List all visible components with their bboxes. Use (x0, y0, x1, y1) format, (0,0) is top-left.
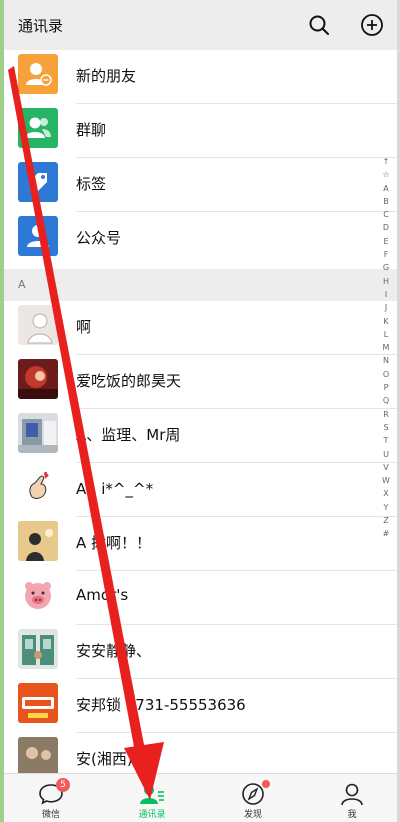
section-header-a: A (4, 269, 397, 301)
tab-discover-label: 发现 (243, 810, 262, 820)
group-chats-item[interactable]: 群聊 (4, 104, 397, 158)
unread-badge: 5 (56, 778, 70, 792)
index-letter[interactable]: D (383, 221, 389, 234)
contact-name: 安邦锁 0731-55553636 (76, 696, 246, 714)
index-letter[interactable]: L (384, 328, 388, 341)
contact-row[interactable]: A 拨啊！！ (4, 517, 397, 571)
index-letter[interactable]: H (383, 275, 389, 288)
tab-chats-label: 微信 (41, 810, 60, 820)
tab-discover[interactable]: 发现 (218, 778, 288, 822)
index-letter[interactable]: M (383, 341, 390, 354)
index-letter[interactable]: W (382, 474, 390, 487)
index-letter[interactable]: B (383, 195, 389, 208)
index-letter[interactable]: ☆ (382, 168, 389, 181)
search-icon[interactable] (307, 13, 331, 37)
notification-dot (262, 780, 270, 788)
group-chat-icon (18, 108, 58, 148)
tab-chats[interactable]: 5 微信 (16, 778, 86, 822)
index-letter[interactable]: X (383, 487, 388, 500)
contact-row[interactable]: 啊 (4, 301, 397, 355)
contact-name: 安(湘西)搬 (76, 750, 148, 768)
tags-label: 标签 (76, 175, 107, 193)
new-friends-item[interactable]: 新的朋友 (4, 50, 397, 104)
contact-avatar (18, 521, 58, 561)
contact-name: 安安静静、 (76, 642, 152, 660)
tags-item[interactable]: 标签 (4, 158, 397, 212)
index-letter[interactable]: P (384, 381, 389, 394)
index-letter[interactable]: # (383, 527, 390, 540)
index-letter[interactable]: A (383, 182, 388, 195)
add-icon[interactable] (360, 13, 384, 37)
official-account-icon (18, 216, 58, 256)
contact-row[interactable]: 爱吃饭的郎昊天 (4, 355, 397, 409)
index-letter[interactable]: T (384, 434, 389, 447)
person-icon (341, 783, 363, 806)
section-letter: A (18, 278, 26, 291)
index-letter[interactable]: F (384, 248, 389, 261)
contact-row[interactable]: A、监理、Mr周 (4, 409, 397, 463)
index-letter[interactable]: I (385, 288, 387, 301)
index-letter[interactable]: N (383, 354, 389, 367)
top-bar: 通讯录 (4, 0, 397, 50)
contact-name: Amor's (76, 586, 129, 604)
contact-avatar (18, 737, 58, 777)
official-accounts-label: 公众号 (76, 229, 122, 247)
contact-name: 啊 (76, 318, 92, 336)
official-accounts-item[interactable]: 公众号 (4, 212, 397, 266)
contact-name: A、i*^_^* (76, 480, 154, 498)
contact-row[interactable]: Amor's (4, 571, 397, 625)
contact-avatar (18, 305, 58, 345)
index-letter[interactable]: V (383, 461, 388, 474)
contact-avatar (18, 683, 58, 723)
index-letter[interactable]: J (385, 301, 387, 314)
index-letter[interactable]: Y (384, 501, 389, 514)
contact-avatar (18, 629, 58, 669)
new-friends-label: 新的朋友 (76, 67, 137, 85)
index-letter[interactable]: ↑ (383, 155, 390, 168)
index-letter[interactable]: U (383, 448, 389, 461)
index-letter[interactable]: E (383, 235, 388, 248)
contacts-screen: 通讯录 新的朋友 群聊 标签 公众号 A 啊 爱吃饭的郎昊天 A、监理、Mr周 … (0, 0, 400, 822)
contact-name: A 拨啊！！ (76, 534, 152, 552)
tag-icon (18, 162, 58, 202)
index-letter[interactable]: G (383, 261, 389, 274)
alphabet-index[interactable]: ↑ ☆ A B C D E F G H I J K L M N O P Q R S T U V W X Y Z # (380, 155, 392, 541)
page-title: 通讯录 (18, 17, 64, 35)
tab-contacts-label: 通讯录 (138, 810, 166, 820)
index-letter[interactable]: R (383, 408, 389, 421)
contact-avatar (18, 467, 58, 507)
contact-avatar (18, 413, 58, 453)
index-letter[interactable]: Z (383, 514, 388, 527)
contacts-icon (140, 785, 164, 804)
group-chats-label: 群聊 (76, 121, 107, 139)
index-letter[interactable]: S (383, 421, 388, 434)
add-friend-icon (18, 54, 58, 94)
contact-avatar (18, 359, 58, 399)
index-letter[interactable]: O (383, 368, 389, 381)
tab-me-label: 我 (347, 810, 357, 820)
contact-row[interactable]: A、i*^_^* (4, 463, 397, 517)
contact-avatar (18, 575, 58, 615)
contact-name: 爱吃饭的郎昊天 (76, 372, 182, 390)
tab-me[interactable]: 我 (317, 778, 387, 822)
tab-contacts[interactable]: 通讯录 (117, 778, 187, 822)
index-letter[interactable]: C (383, 208, 389, 221)
contact-row[interactable]: 安邦锁 0731-55553636 (4, 679, 397, 733)
contact-name: A、监理、Mr周 (76, 426, 181, 444)
contact-row[interactable]: 安安静静、 (4, 625, 397, 679)
index-letter[interactable]: Q (383, 394, 389, 407)
tab-bar: 5 微信 通讯录 发现 我 (4, 773, 397, 822)
index-letter[interactable]: K (383, 315, 388, 328)
